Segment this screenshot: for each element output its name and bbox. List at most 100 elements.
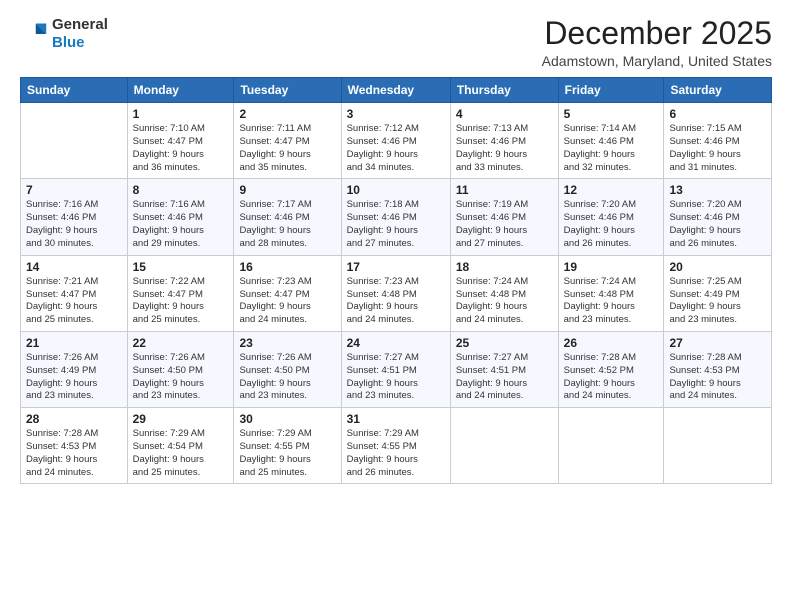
day-number: 14 xyxy=(26,260,122,274)
calendar-cell xyxy=(450,408,558,484)
day-info: Sunrise: 7:26 AMSunset: 4:50 PMDaylight:… xyxy=(239,352,335,403)
day-number: 30 xyxy=(239,412,335,426)
day-number: 11 xyxy=(456,183,553,197)
day-number: 20 xyxy=(669,260,766,274)
calendar-cell: 17 Sunrise: 7:23 AMSunset: 4:48 PMDayligh… xyxy=(341,255,450,331)
calendar-cell xyxy=(21,103,128,179)
calendar-cell: 28Sunrise: 7:28 AMSunset: 4:53 PMDayligh… xyxy=(21,408,128,484)
calendar-cell: 20Sunrise: 7:25 AMSunset: 4:49 PMDayligh… xyxy=(664,255,772,331)
logo-text: General Blue xyxy=(52,16,108,52)
day-info: Sunrise: 7:29 AMSunset: 4:55 PMDaylight:… xyxy=(239,428,335,479)
day-number: 3 xyxy=(347,107,445,121)
day-info: Sunrise: 7:15 AMSunset: 4:46 PMDaylight:… xyxy=(669,123,766,174)
day-info: Sunrise: 7:13 AMSunset: 4:46 PMDaylight:… xyxy=(456,123,553,174)
day-number: 13 xyxy=(669,183,766,197)
calendar-cell: 23 Sunrise: 7:26 AMSunset: 4:50 PMDayligh… xyxy=(234,331,341,407)
day-info: Sunrise: 7:20 AMSunset: 4:46 PMDaylight:… xyxy=(564,199,659,250)
day-info: Sunrise: 7:27 AMSunset: 4:51 PMDaylight:… xyxy=(347,352,445,403)
day-info: Sunrise: 7:26 AMSunset: 4:49 PMDaylight:… xyxy=(26,352,122,403)
calendar-cell: 13 Sunrise: 7:20 AMSunset: 4:46 PMDayligh… xyxy=(664,179,772,255)
calendar-cell: 7Sunrise: 7:16 AMSunset: 4:46 PMDaylight… xyxy=(21,179,128,255)
day-number: 7 xyxy=(26,183,122,197)
calendar-cell xyxy=(664,408,772,484)
day-number: 17 xyxy=(347,260,445,274)
day-info: Sunrise: 7:11 AMSunset: 4:47 PMDaylight:… xyxy=(239,123,335,174)
day-info: Sunrise: 7:23 AMSunset: 4:48 PMDaylight:… xyxy=(347,276,445,327)
day-number: 9 xyxy=(239,183,335,197)
calendar-cell: 31 Sunrise: 7:29 AMSunset: 4:55 PMDayligh… xyxy=(341,408,450,484)
calendar-cell: 24 Sunrise: 7:27 AMSunset: 4:51 PMDayligh… xyxy=(341,331,450,407)
day-number: 23 xyxy=(239,336,335,350)
day-info: Sunrise: 7:20 AMSunset: 4:46 PMDaylight:… xyxy=(669,199,766,250)
day-info: Sunrise: 7:22 AMSunset: 4:47 PMDaylight:… xyxy=(133,276,229,327)
page: General Blue December 2025 Adamstown, Ma… xyxy=(0,0,792,612)
calendar-cell: 5 Sunrise: 7:14 AMSunset: 4:46 PMDaylight… xyxy=(558,103,664,179)
day-number: 22 xyxy=(133,336,229,350)
day-number: 19 xyxy=(564,260,659,274)
calendar-cell: 30 Sunrise: 7:29 AMSunset: 4:55 PMDayligh… xyxy=(234,408,341,484)
subtitle: Adamstown, Maryland, United States xyxy=(542,53,772,69)
calendar-cell: 8 Sunrise: 7:16 AMSunset: 4:46 PMDaylight… xyxy=(127,179,234,255)
day-number: 25 xyxy=(456,336,553,350)
day-info: Sunrise: 7:28 AMSunset: 4:53 PMDaylight:… xyxy=(669,352,766,403)
day-info: Sunrise: 7:29 AMSunset: 4:54 PMDaylight:… xyxy=(133,428,229,479)
day-number: 16 xyxy=(239,260,335,274)
calendar-week-row: 28Sunrise: 7:28 AMSunset: 4:53 PMDayligh… xyxy=(21,408,772,484)
calendar-cell: 6 Sunrise: 7:15 AMSunset: 4:46 PMDaylight… xyxy=(664,103,772,179)
calendar-week-row: 7 Sunrise: 7:16 AMSunset: 4:46 PMDaylight… xyxy=(21,179,772,255)
calendar-header-row: SundayMondayTuesdayWednesdayThursdayFrid… xyxy=(21,78,772,103)
calendar-cell: 9 Sunrise: 7:17 AMSunset: 4:46 PMDaylight… xyxy=(234,179,341,255)
day-number: 27 xyxy=(669,336,766,350)
day-number: 24 xyxy=(347,336,445,350)
calendar-cell: 27 Sunrise: 7:28 AMSunset: 4:53 PMDayligh… xyxy=(664,331,772,407)
calendar-cell: 15 Sunrise: 7:22 AMSunset: 4:47 PMDayligh… xyxy=(127,255,234,331)
day-info: Sunrise: 7:27 AMSunset: 4:51 PMDaylight:… xyxy=(456,352,553,403)
day-info: Sunrise: 7:14 AMSunset: 4:46 PMDaylight:… xyxy=(564,123,659,174)
logo-icon xyxy=(20,20,48,48)
logo: General Blue xyxy=(20,16,108,52)
day-number: 26 xyxy=(564,336,659,350)
calendar-cell: 4Sunrise: 7:13 AMSunset: 4:46 PMDaylight… xyxy=(450,103,558,179)
calendar-cell: 19 Sunrise: 7:24 AMSunset: 4:48 PMDayligh… xyxy=(558,255,664,331)
calendar-cell: 26 Sunrise: 7:28 AMSunset: 4:52 PMDayligh… xyxy=(558,331,664,407)
calendar-cell: 12 Sunrise: 7:20 AMSunset: 4:46 PMDayligh… xyxy=(558,179,664,255)
calendar-day-header: Thursday xyxy=(450,78,558,103)
day-number: 31 xyxy=(347,412,445,426)
day-number: 2 xyxy=(239,107,335,121)
day-info: Sunrise: 7:24 AMSunset: 4:48 PMDaylight:… xyxy=(456,276,553,327)
calendar-day-header: Sunday xyxy=(21,78,128,103)
calendar-day-header: Saturday xyxy=(664,78,772,103)
calendar-cell: 11Sunrise: 7:19 AMSunset: 4:46 PMDayligh… xyxy=(450,179,558,255)
day-info: Sunrise: 7:16 AMSunset: 4:46 PMDaylight:… xyxy=(133,199,229,250)
calendar-cell: 1 Sunrise: 7:10 AMSunset: 4:47 PMDaylight… xyxy=(127,103,234,179)
day-info: Sunrise: 7:17 AMSunset: 4:46 PMDaylight:… xyxy=(239,199,335,250)
day-number: 1 xyxy=(133,107,229,121)
calendar-cell: 2 Sunrise: 7:11 AMSunset: 4:47 PMDaylight… xyxy=(234,103,341,179)
day-info: Sunrise: 7:28 AMSunset: 4:52 PMDaylight:… xyxy=(564,352,659,403)
day-info: Sunrise: 7:18 AMSunset: 4:46 PMDaylight:… xyxy=(347,199,445,250)
calendar-table: SundayMondayTuesdayWednesdayThursdayFrid… xyxy=(20,77,772,484)
day-info: Sunrise: 7:21 AMSunset: 4:47 PMDaylight:… xyxy=(26,276,122,327)
calendar-day-header: Friday xyxy=(558,78,664,103)
day-number: 29 xyxy=(133,412,229,426)
calendar-week-row: 1 Sunrise: 7:10 AMSunset: 4:47 PMDaylight… xyxy=(21,103,772,179)
day-number: 12 xyxy=(564,183,659,197)
header: General Blue December 2025 Adamstown, Ma… xyxy=(20,16,772,69)
day-number: 6 xyxy=(669,107,766,121)
day-info: Sunrise: 7:26 AMSunset: 4:50 PMDaylight:… xyxy=(133,352,229,403)
day-info: Sunrise: 7:29 AMSunset: 4:55 PMDaylight:… xyxy=(347,428,445,479)
day-number: 8 xyxy=(133,183,229,197)
day-info: Sunrise: 7:12 AMSunset: 4:46 PMDaylight:… xyxy=(347,123,445,174)
title-block: December 2025 Adamstown, Maryland, Unite… xyxy=(542,16,772,69)
day-number: 18 xyxy=(456,260,553,274)
day-number: 5 xyxy=(564,107,659,121)
day-info: Sunrise: 7:23 AMSunset: 4:47 PMDaylight:… xyxy=(239,276,335,327)
day-number: 28 xyxy=(26,412,122,426)
calendar-cell: 10 Sunrise: 7:18 AMSunset: 4:46 PMDayligh… xyxy=(341,179,450,255)
day-number: 15 xyxy=(133,260,229,274)
calendar-week-row: 14 Sunrise: 7:21 AMSunset: 4:47 PMDayligh… xyxy=(21,255,772,331)
day-info: Sunrise: 7:10 AMSunset: 4:47 PMDaylight:… xyxy=(133,123,229,174)
calendar-day-header: Tuesday xyxy=(234,78,341,103)
day-info: Sunrise: 7:24 AMSunset: 4:48 PMDaylight:… xyxy=(564,276,659,327)
day-number: 10 xyxy=(347,183,445,197)
